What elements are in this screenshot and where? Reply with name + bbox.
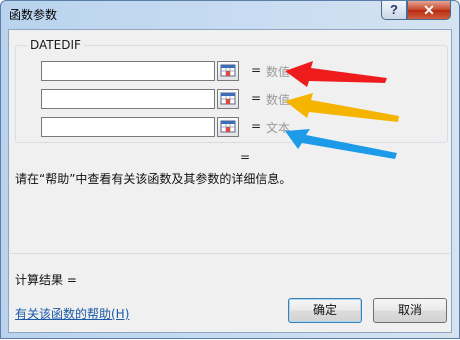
function-help-link[interactable]: 有关该函数的帮助(H) bbox=[15, 305, 129, 322]
function-description: 请在“帮助”中查看有关该函数及其参数的详细信息。 bbox=[15, 172, 292, 186]
cancel-button[interactable]: 取消 bbox=[373, 298, 447, 323]
argument-hint-3: 文本 bbox=[266, 121, 291, 135]
range-select-icon[interactable] bbox=[217, 117, 239, 137]
dialog-body: DATEDIF = 数值 = 数值 = 文本 = 请在“帮助”中查看有关该函数及… bbox=[8, 29, 452, 333]
title-bar: 函数参数 ? ✕ bbox=[1, 1, 459, 28]
argument-equals-3: = bbox=[251, 119, 262, 133]
argument-row-1: = 数值 bbox=[41, 61, 341, 83]
argument-input-2[interactable] bbox=[41, 89, 215, 109]
argument-hint-1: 数值 bbox=[266, 65, 291, 79]
argument-input-3[interactable] bbox=[41, 117, 215, 137]
argument-hint-2: 数值 bbox=[266, 93, 291, 107]
function-result-equals: = bbox=[240, 150, 251, 164]
separator bbox=[10, 253, 450, 254]
ok-button[interactable]: 确定 bbox=[288, 298, 362, 323]
calculation-result: 计算结果 = bbox=[15, 273, 77, 287]
window-title: 函数参数 bbox=[9, 8, 58, 22]
argument-equals-1: = bbox=[251, 63, 262, 77]
close-button[interactable]: ✕ bbox=[407, 1, 451, 20]
help-button[interactable]: ? bbox=[381, 1, 407, 20]
range-select-icon[interactable] bbox=[217, 89, 239, 109]
argument-row-3: = 文本 bbox=[41, 117, 341, 139]
argument-equals-2: = bbox=[251, 91, 262, 105]
argument-input-1[interactable] bbox=[41, 61, 215, 81]
function-arguments-group: DATEDIF = 数值 = 数值 = 文本 bbox=[15, 38, 448, 143]
range-select-icon[interactable] bbox=[217, 61, 239, 81]
function-arguments-dialog: 函数参数 ? ✕ DATEDIF = 数值 = 数值 = 文本 = 请在“帮助”… bbox=[0, 0, 460, 339]
function-name: DATEDIF bbox=[27, 38, 84, 52]
argument-row-2: = 数值 bbox=[41, 89, 341, 111]
